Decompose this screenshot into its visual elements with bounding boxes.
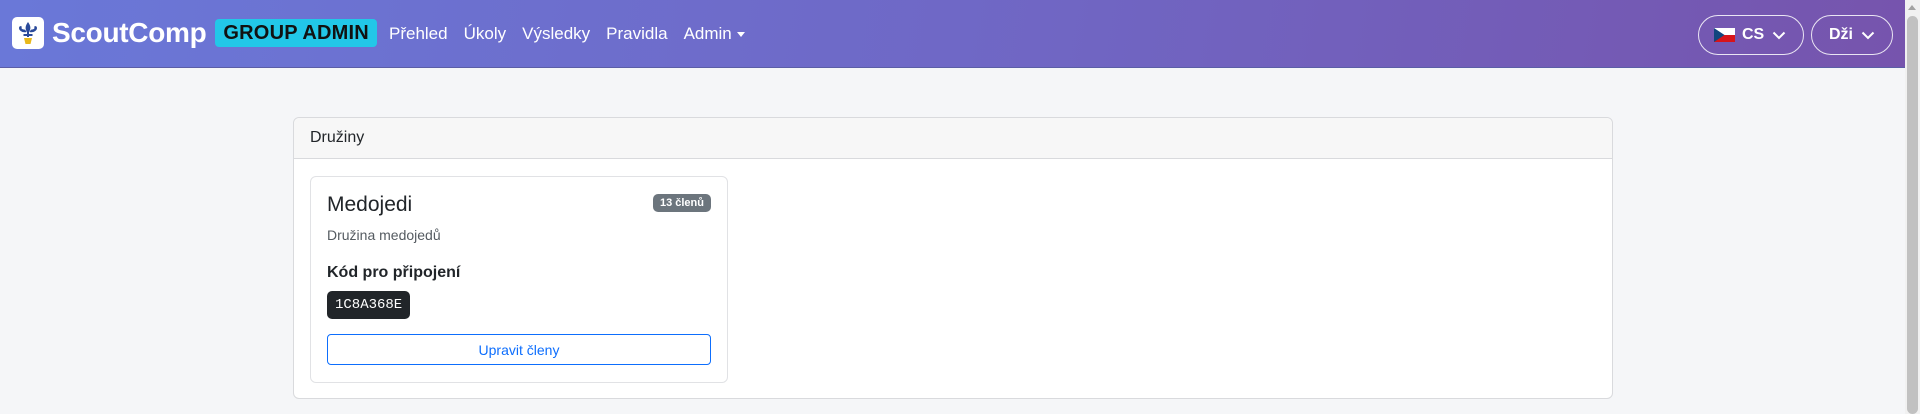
join-code-label: Kód pro připojení (327, 264, 461, 281)
team-name: Medojedi (327, 193, 413, 216)
role-badge: GROUP ADMIN (215, 19, 377, 47)
main-nav: Přehled Úkoly Výsledky Pravidla Admin (389, 24, 761, 44)
join-code: 1C8A368E (327, 291, 411, 319)
nav-link-tasks[interactable]: Úkoly (464, 24, 507, 44)
nav-link-overview[interactable]: Přehled (389, 24, 448, 44)
nav-link-results[interactable]: Výsledky (522, 24, 590, 44)
chevron-down-icon (1773, 31, 1786, 39)
brand[interactable]: ScoutComp GROUP ADMIN (12, 17, 377, 49)
team-card: Medojedi 13 členů Družina medojedů Kód p… (310, 176, 728, 383)
chevron-down-icon (1861, 31, 1875, 39)
edit-members-button[interactable]: Upravit členy (327, 334, 711, 365)
language-switcher[interactable]: CS (1698, 15, 1804, 55)
teams-card: Družiny Medojedi 13 členů Družina medoje… (293, 117, 1613, 399)
user-name: Dži (1829, 26, 1853, 43)
nav-link-rules[interactable]: Pravidla (606, 24, 667, 44)
scrollbar-thumb[interactable] (1907, 16, 1918, 414)
czech-flag-icon (1714, 28, 1735, 42)
user-menu[interactable]: Dži (1811, 15, 1893, 55)
teams-card-header: Družiny (294, 118, 1612, 159)
admin-dropdown[interactable]: Admin (684, 24, 745, 44)
language-label: CS (1742, 26, 1765, 43)
scroll-up-arrow-icon[interactable] (1908, 5, 1916, 10)
caret-down-icon (736, 31, 745, 37)
brand-name: ScoutComp (52, 17, 207, 48)
fleur-de-lis-logo-icon (12, 17, 44, 49)
member-count-badge: 13 členů (652, 194, 711, 212)
vertical-scrollbar[interactable] (1905, 0, 1920, 414)
admin-dropdown-label: Admin (683, 24, 732, 43)
team-description: Družina medojedů (327, 227, 441, 243)
top-navbar: ScoutComp GROUP ADMIN Přehled Úkoly Výsl… (0, 0, 1905, 68)
